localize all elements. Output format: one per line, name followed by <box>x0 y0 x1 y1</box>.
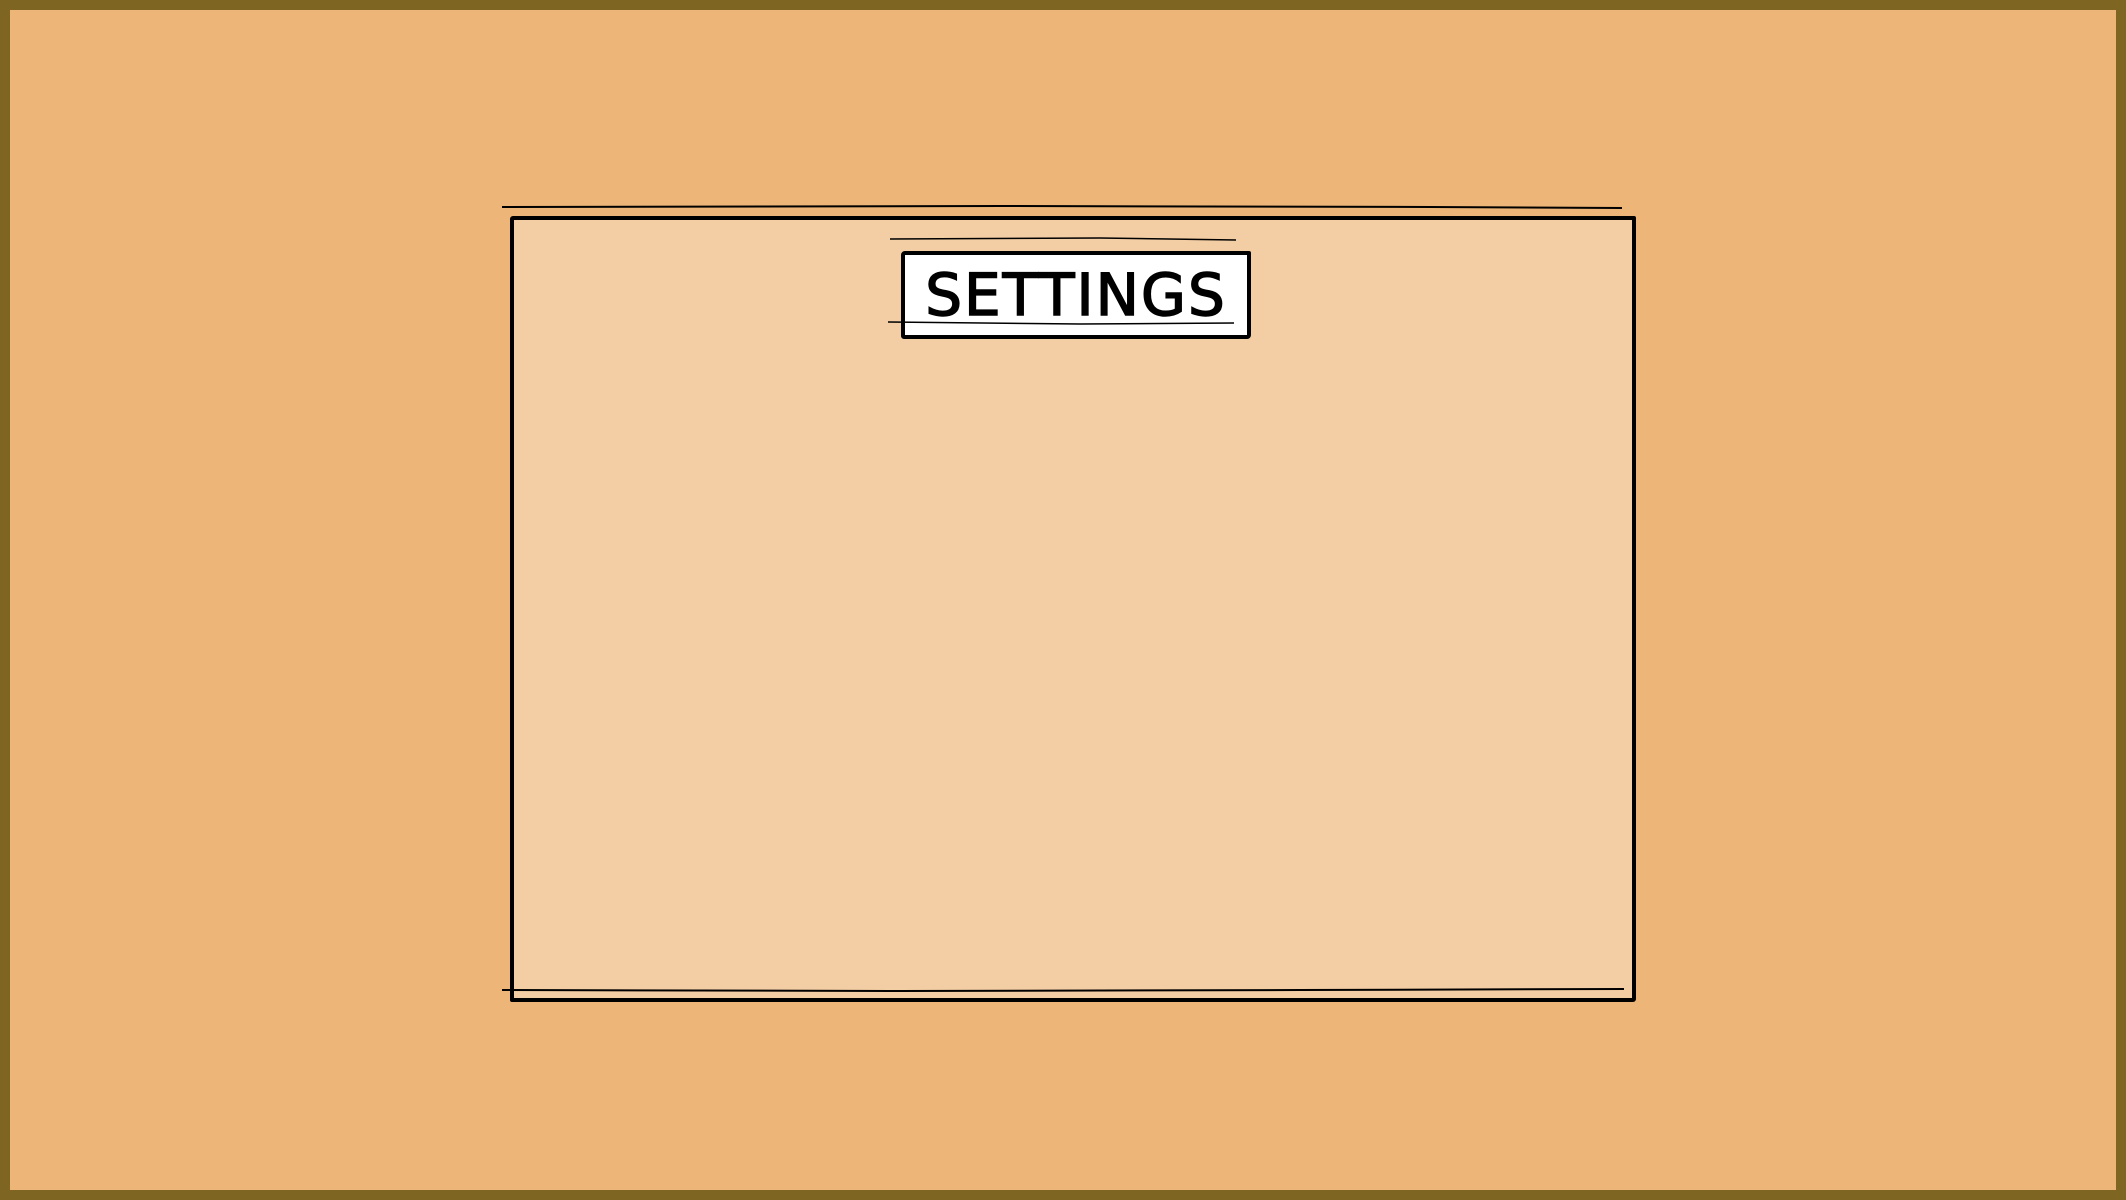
game-screen: SETTINGS <box>0 0 2126 1200</box>
settings-title-plate: SETTINGS <box>901 251 1251 339</box>
settings-title: SETTINGS <box>924 261 1227 329</box>
settings-panel: SETTINGS <box>510 216 1636 1002</box>
